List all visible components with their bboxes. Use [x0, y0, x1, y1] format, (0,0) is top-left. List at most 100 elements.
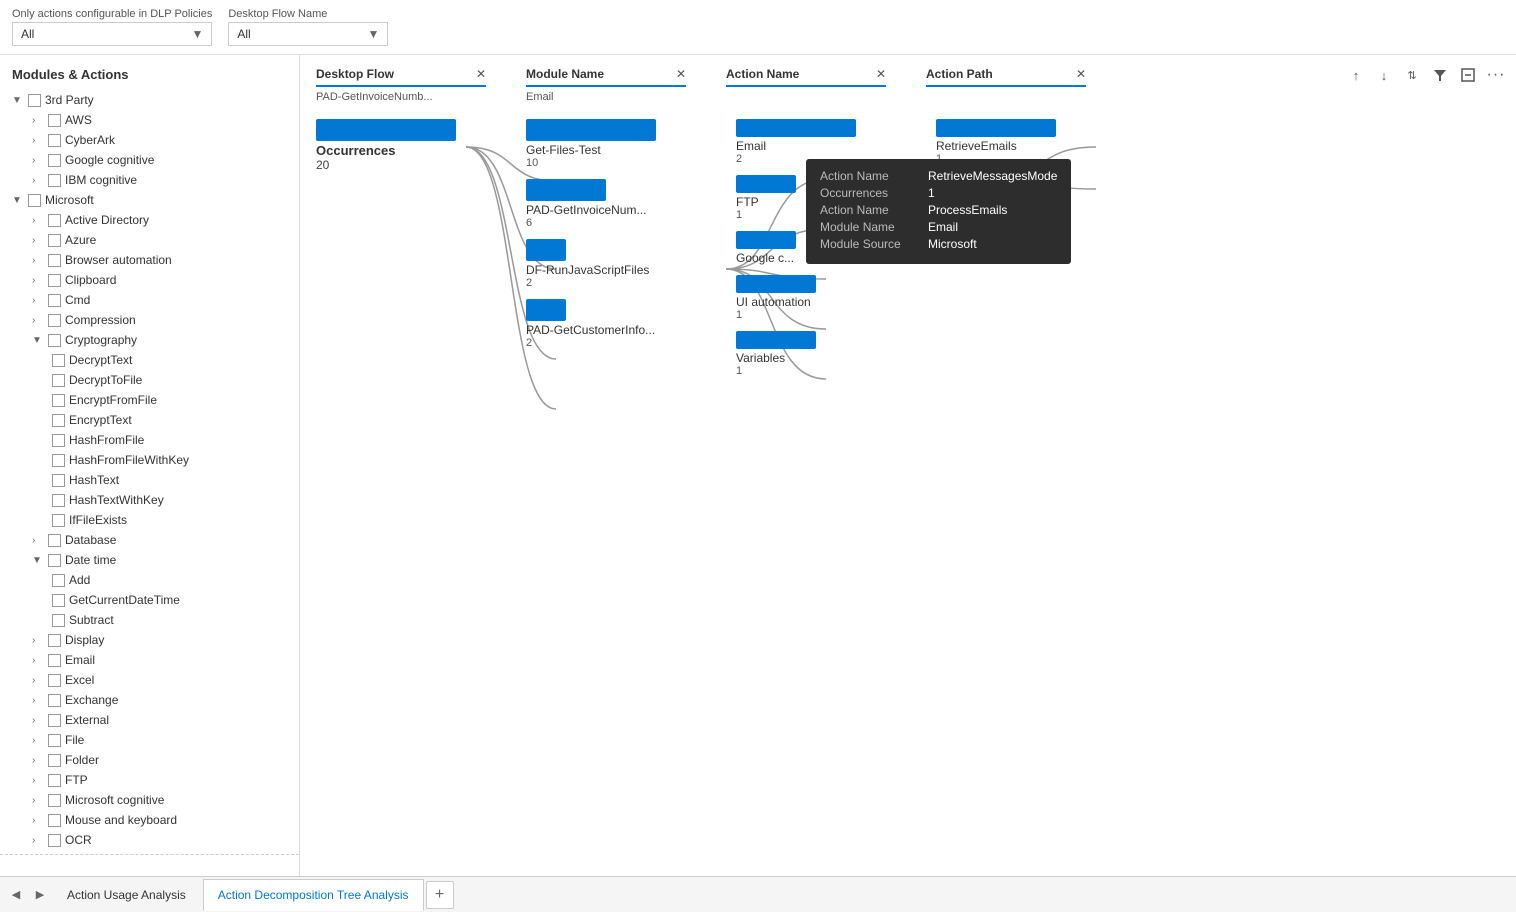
action-path-close-button[interactable]: ✕ [1076, 67, 1086, 81]
sort-desc-button[interactable]: ↓ [1372, 63, 1396, 87]
exchange-checkbox[interactable] [48, 694, 61, 707]
sidebar-item-hash-text-key[interactable]: HashTextWithKey [0, 490, 299, 510]
sidebar-item-encrypt-from-file[interactable]: EncryptFromFile [0, 390, 299, 410]
3rdparty-checkbox[interactable] [28, 94, 41, 107]
database-checkbox[interactable] [48, 534, 61, 547]
sidebar-item-database[interactable]: › Database [0, 530, 299, 550]
sidebar-item-browser-auto[interactable]: › Browser automation [0, 250, 299, 270]
occurrences-node[interactable]: Occurrences 20 [316, 119, 486, 172]
microsoft-checkbox[interactable] [28, 194, 41, 207]
flow-node-0[interactable]: Get-Files-Test 10 [526, 119, 696, 169]
sidebar-item-if-file-exists[interactable]: IfFileExists [0, 510, 299, 530]
aws-checkbox[interactable] [48, 114, 61, 127]
sidebar-item-ibm[interactable]: › IBM cognitive [0, 170, 299, 190]
google-cog-checkbox[interactable] [48, 154, 61, 167]
sidebar-item-ms-cognitive[interactable]: › Microsoft cognitive [0, 790, 299, 810]
sidebar-item-google-cog[interactable]: › Google cognitive [0, 150, 299, 170]
sidebar-item-hash-from-file[interactable]: HashFromFile [0, 430, 299, 450]
add-checkbox[interactable] [52, 574, 65, 587]
sidebar-item-mouse-keyboard[interactable]: › Mouse and keyboard [0, 810, 299, 830]
sidebar-item-decrypt-file[interactable]: DecryptToFile [0, 370, 299, 390]
tab-next-button[interactable]: ▶ [28, 883, 52, 907]
sidebar-item-hash-from-file-key[interactable]: HashFromFileWithKey [0, 450, 299, 470]
flow-node-2[interactable]: DF-RunJavaScriptFiles 2 [526, 239, 696, 289]
sidebar-item-cyberark[interactable]: › CyberArk [0, 130, 299, 150]
file-checkbox[interactable] [48, 734, 61, 747]
sort-asc-button[interactable]: ↑ [1344, 63, 1368, 87]
external-checkbox[interactable] [48, 714, 61, 727]
mouse-keyboard-checkbox[interactable] [48, 814, 61, 827]
display-checkbox[interactable] [48, 634, 61, 647]
split-button[interactable]: ⇅ [1400, 63, 1424, 87]
more-button[interactable]: ··· [1484, 63, 1508, 87]
sidebar-item-email[interactable]: › Email [0, 650, 299, 670]
browser-checkbox[interactable] [48, 254, 61, 267]
subtract-checkbox[interactable] [52, 614, 65, 627]
encrypt-text-checkbox[interactable] [52, 414, 65, 427]
ibm-checkbox[interactable] [48, 174, 61, 187]
sidebar-item-excel[interactable]: › Excel [0, 670, 299, 690]
module-node-variables[interactable]: Variables 1 [736, 331, 896, 377]
module-node-ui-auto[interactable]: UI automation 1 [736, 275, 896, 321]
sidebar-item-file[interactable]: › File [0, 730, 299, 750]
sidebar-item-exchange[interactable]: › Exchange [0, 690, 299, 710]
action-name-close-button[interactable]: ✕ [876, 67, 886, 81]
sidebar-item-cryptography[interactable]: ▼ Cryptography [0, 330, 299, 350]
sidebar-item-active-directory[interactable]: › Active Directory [0, 210, 299, 230]
sidebar-item-decrypt-text[interactable]: DecryptText [0, 350, 299, 370]
sidebar-item-subtract[interactable]: Subtract [0, 610, 299, 630]
encrypt-from-file-checkbox[interactable] [52, 394, 65, 407]
sidebar-item-hash-text[interactable]: HashText [0, 470, 299, 490]
tab-prev-button[interactable]: ◀ [4, 883, 28, 907]
sidebar-item-external[interactable]: › External [0, 710, 299, 730]
sidebar-item-3rdparty[interactable]: ▼ 3rd Party [0, 90, 299, 110]
sidebar-item-display[interactable]: › Display [0, 630, 299, 650]
flow-node-3[interactable]: PAD-GetCustomerInfo... 2 [526, 299, 696, 349]
dlp-select[interactable]: All ▼ [12, 22, 212, 46]
email-checkbox[interactable] [48, 654, 61, 667]
sidebar-item-get-current-datetime[interactable]: GetCurrentDateTime [0, 590, 299, 610]
compression-checkbox[interactable] [48, 314, 61, 327]
ad-checkbox[interactable] [48, 214, 61, 227]
sidebar-item-ftp[interactable]: › FTP [0, 770, 299, 790]
decrypt-file-checkbox[interactable] [52, 374, 65, 387]
excel-checkbox[interactable] [48, 674, 61, 687]
sidebar-item-microsoft[interactable]: ▼ Microsoft [0, 190, 299, 210]
sidebar-item-aws[interactable]: › AWS [0, 110, 299, 130]
if-file-exists-checkbox[interactable] [52, 514, 65, 527]
sidebar-item-datetime[interactable]: ▼ Date time [0, 550, 299, 570]
sidebar-item-cmd[interactable]: › Cmd [0, 290, 299, 310]
sidebar-item-encrypt-text[interactable]: EncryptText [0, 410, 299, 430]
clipboard-checkbox[interactable] [48, 274, 61, 287]
ftp-checkbox[interactable] [48, 774, 61, 787]
ms-cog-checkbox[interactable] [48, 794, 61, 807]
flow-node-1[interactable]: PAD-GetInvoiceNum... 6 [526, 179, 696, 229]
filter-button[interactable] [1428, 63, 1452, 87]
flow-select[interactable]: All ▼ [228, 22, 388, 46]
export-button[interactable] [1456, 63, 1480, 87]
cyberark-checkbox[interactable] [48, 134, 61, 147]
sidebar-item-folder[interactable]: › Folder [0, 750, 299, 770]
desktop-flow-close-button[interactable]: ✕ [476, 67, 486, 81]
folder-checkbox[interactable] [48, 754, 61, 767]
sidebar-item-azure[interactable]: › Azure [0, 230, 299, 250]
tab-action-usage[interactable]: Action Usage Analysis [52, 879, 201, 911]
hash-from-file-checkbox[interactable] [52, 434, 65, 447]
tab-add-button[interactable]: + [426, 881, 454, 909]
ocr-checkbox[interactable] [48, 834, 61, 847]
tab-action-decomposition[interactable]: Action Decomposition Tree Analysis [203, 879, 424, 911]
azure-checkbox[interactable] [48, 234, 61, 247]
sidebar-item-clipboard[interactable]: › Clipboard [0, 270, 299, 290]
sidebar-item-compression[interactable]: › Compression [0, 310, 299, 330]
module-name-close-button[interactable]: ✕ [676, 67, 686, 81]
cmd-checkbox[interactable] [48, 294, 61, 307]
crypto-checkbox[interactable] [48, 334, 61, 347]
hash-text-key-checkbox[interactable] [52, 494, 65, 507]
sidebar-item-ocr[interactable]: › OCR [0, 830, 299, 850]
datetime-checkbox[interactable] [48, 554, 61, 567]
sidebar-item-add[interactable]: Add [0, 570, 299, 590]
decrypt-text-checkbox[interactable] [52, 354, 65, 367]
hash-from-file-key-checkbox[interactable] [52, 454, 65, 467]
get-datetime-checkbox[interactable] [52, 594, 65, 607]
hash-text-checkbox[interactable] [52, 474, 65, 487]
